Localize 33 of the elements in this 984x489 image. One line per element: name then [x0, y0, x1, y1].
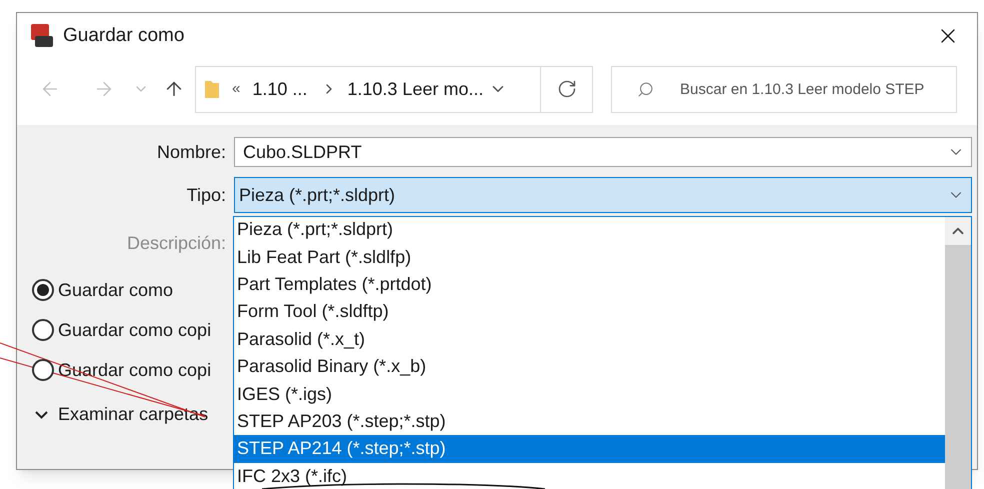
type-select[interactable]: Pieza (*.prt;*.sldprt): [234, 177, 972, 213]
search-field[interactable]: Buscar en 1.10.3 Leer modelo STEP: [611, 66, 957, 112]
dropdown-option[interactable]: Form Tool (*.sldftp): [234, 298, 945, 326]
search-icon: [637, 80, 654, 98]
breadcrumb[interactable]: 1.10 ...: [252, 76, 308, 102]
description-label: Descripción:: [126, 232, 226, 255]
chevron-down-icon: [35, 410, 48, 418]
window-title: Guardar como: [63, 24, 184, 48]
dropdown-option[interactable]: STEP AP203 (*.step;*.stp): [234, 408, 945, 436]
dropdown-option[interactable]: Part Templates (*.prtdot): [234, 270, 945, 298]
breadcrumb[interactable]: 1.10.3 Leer mo...: [347, 76, 484, 102]
radio-button[interactable]: [32, 279, 54, 301]
dropdown-option[interactable]: STEP AP214 (*.step;*.stp): [234, 435, 945, 463]
radio-button[interactable]: [32, 359, 54, 381]
type-label: Tipo:: [186, 184, 226, 207]
dropdown-option[interactable]: IGES (*.igs): [234, 380, 945, 408]
app-logo-icon: [29, 23, 55, 49]
radio-label[interactable]: Guardar como copi: [58, 316, 212, 344]
folder-icon: [204, 78, 220, 100]
name-label: Nombre:: [156, 140, 226, 164]
dropdown-option[interactable]: Pieza (*.prt;*.sldprt): [234, 216, 945, 244]
scrollbar[interactable]: [945, 217, 971, 489]
browse-folders-toggle[interactable]: Examinar carpetas: [35, 401, 208, 428]
refresh-icon: [556, 79, 576, 99]
radio-button[interactable]: [32, 319, 54, 341]
dropdown-option[interactable]: Parasolid Binary (*.x_b): [234, 352, 945, 380]
name-field[interactable]: Cubo.SLDPRT: [234, 137, 972, 167]
radio-label[interactable]: Guardar como: [58, 276, 174, 304]
dropdown-option[interactable]: Parasolid (*.x_t): [234, 326, 945, 353]
path-overflow[interactable]: «: [232, 78, 240, 100]
dropdown-option[interactable]: IFC 2x3 (*.ifc): [234, 462, 945, 489]
dropdown-option[interactable]: Lib Feat Part (*.sldlfp): [234, 243, 945, 271]
address-bar[interactable]: « 1.10 ... 1.10.3 Leer mo...: [195, 66, 593, 112]
